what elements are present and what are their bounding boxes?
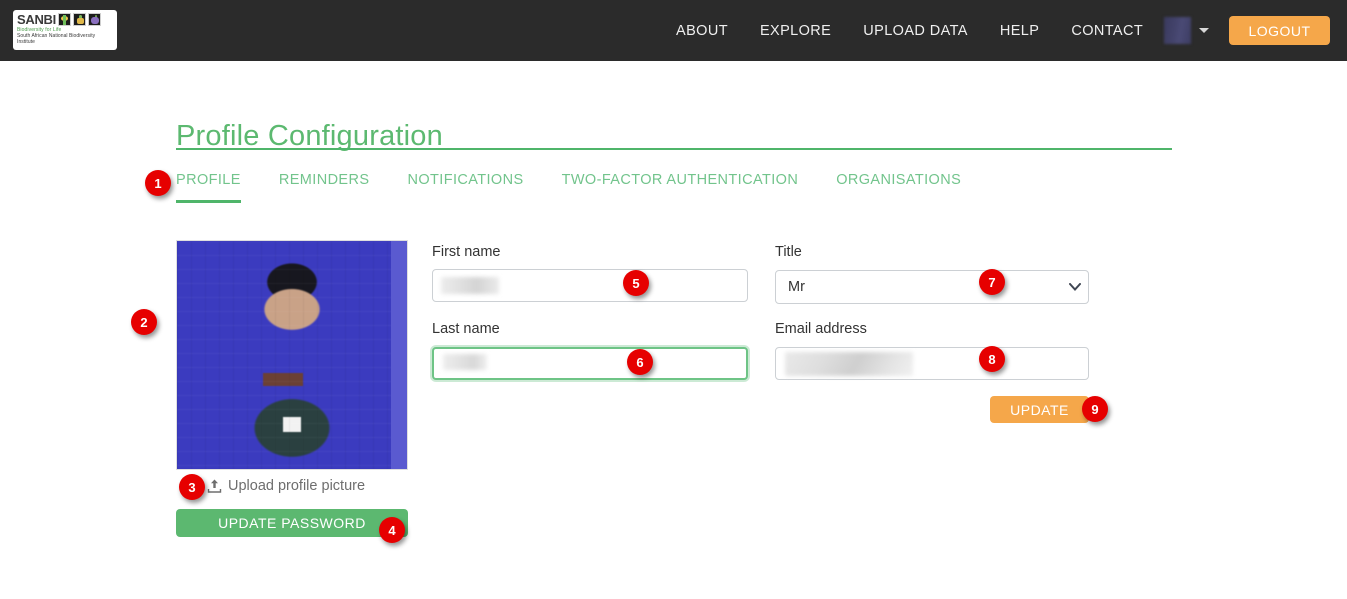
annotation-badge-8: 8 bbox=[979, 346, 1005, 372]
update-password-button[interactable]: UPDATE PASSWORD bbox=[176, 509, 408, 537]
chevron-down-icon[interactable] bbox=[1199, 28, 1209, 33]
profile-tabs: PROFILE REMINDERS NOTIFICATIONS TWO-FACT… bbox=[176, 172, 999, 203]
annotation-badge-2: 2 bbox=[131, 309, 157, 335]
annotation-badge-5: 5 bbox=[623, 270, 649, 296]
tab-reminders[interactable]: REMINDERS bbox=[279, 172, 370, 203]
title-divider bbox=[176, 148, 1172, 150]
title-label: Title bbox=[775, 244, 802, 260]
nav-item-explore[interactable]: EXPLORE bbox=[744, 23, 847, 39]
email-redaction bbox=[785, 352, 913, 376]
tab-notifications[interactable]: NOTIFICATIONS bbox=[407, 172, 523, 203]
upload-profile-picture-label: Upload profile picture bbox=[228, 478, 366, 494]
first-name-label: First name bbox=[432, 244, 501, 260]
nav-item-contact[interactable]: CONTACT bbox=[1055, 23, 1159, 39]
tab-two-factor-authentication[interactable]: TWO-FACTOR AUTHENTICATION bbox=[562, 172, 799, 203]
avatar[interactable] bbox=[1164, 17, 1191, 44]
nav-item-about[interactable]: ABOUT bbox=[660, 23, 744, 39]
profile-picture[interactable] bbox=[176, 240, 408, 470]
tab-profile[interactable]: PROFILE bbox=[176, 172, 241, 203]
photo-detail-mouth bbox=[262, 373, 303, 387]
logo-subtitle: South African National Biodiversity Inst… bbox=[17, 33, 96, 45]
logo-tile-plant-icon bbox=[57, 13, 71, 26]
logout-button[interactable]: LOGOUT bbox=[1229, 16, 1330, 45]
logo-wordmark: SANBI bbox=[17, 12, 56, 27]
last-name-redaction bbox=[443, 354, 487, 370]
first-name-redaction bbox=[441, 277, 499, 294]
photo-edge-strip bbox=[391, 241, 407, 469]
annotation-badge-3: 3 bbox=[179, 474, 205, 500]
upload-icon bbox=[207, 479, 222, 493]
upload-profile-picture-link[interactable]: Upload profile picture bbox=[207, 478, 365, 494]
logo-tile-flower-icon bbox=[87, 13, 101, 26]
logo-tile-animal-icon bbox=[72, 13, 86, 26]
last-name-label: Last name bbox=[432, 321, 500, 337]
photo-detail-badge bbox=[283, 416, 301, 432]
nav-item-help[interactable]: HELP bbox=[984, 23, 1055, 39]
email-label: Email address bbox=[775, 321, 867, 337]
tab-organisations[interactable]: ORGANISATIONS bbox=[836, 172, 961, 203]
logo-row: SANBI bbox=[17, 13, 113, 26]
title-select[interactable]: Mr bbox=[775, 270, 1089, 304]
profile-picture-image bbox=[177, 241, 407, 469]
nav-item-upload-data[interactable]: UPLOAD DATA bbox=[847, 23, 984, 39]
site-header: SANBI Biodiversity for Life South Africa… bbox=[0, 0, 1347, 61]
main-navigation: ABOUT EXPLORE UPLOAD DATA HELP CONTACT bbox=[660, 0, 1159, 61]
annotation-badge-7: 7 bbox=[979, 269, 1005, 295]
annotation-badge-6: 6 bbox=[627, 349, 653, 375]
annotation-badge-1: 1 bbox=[145, 170, 171, 196]
annotation-badge-4: 4 bbox=[379, 517, 405, 543]
sanbi-logo[interactable]: SANBI Biodiversity for Life South Africa… bbox=[13, 10, 117, 50]
update-button[interactable]: UPDATE bbox=[990, 396, 1089, 423]
annotation-badge-9: 9 bbox=[1082, 396, 1108, 422]
user-menu[interactable] bbox=[1164, 17, 1209, 44]
